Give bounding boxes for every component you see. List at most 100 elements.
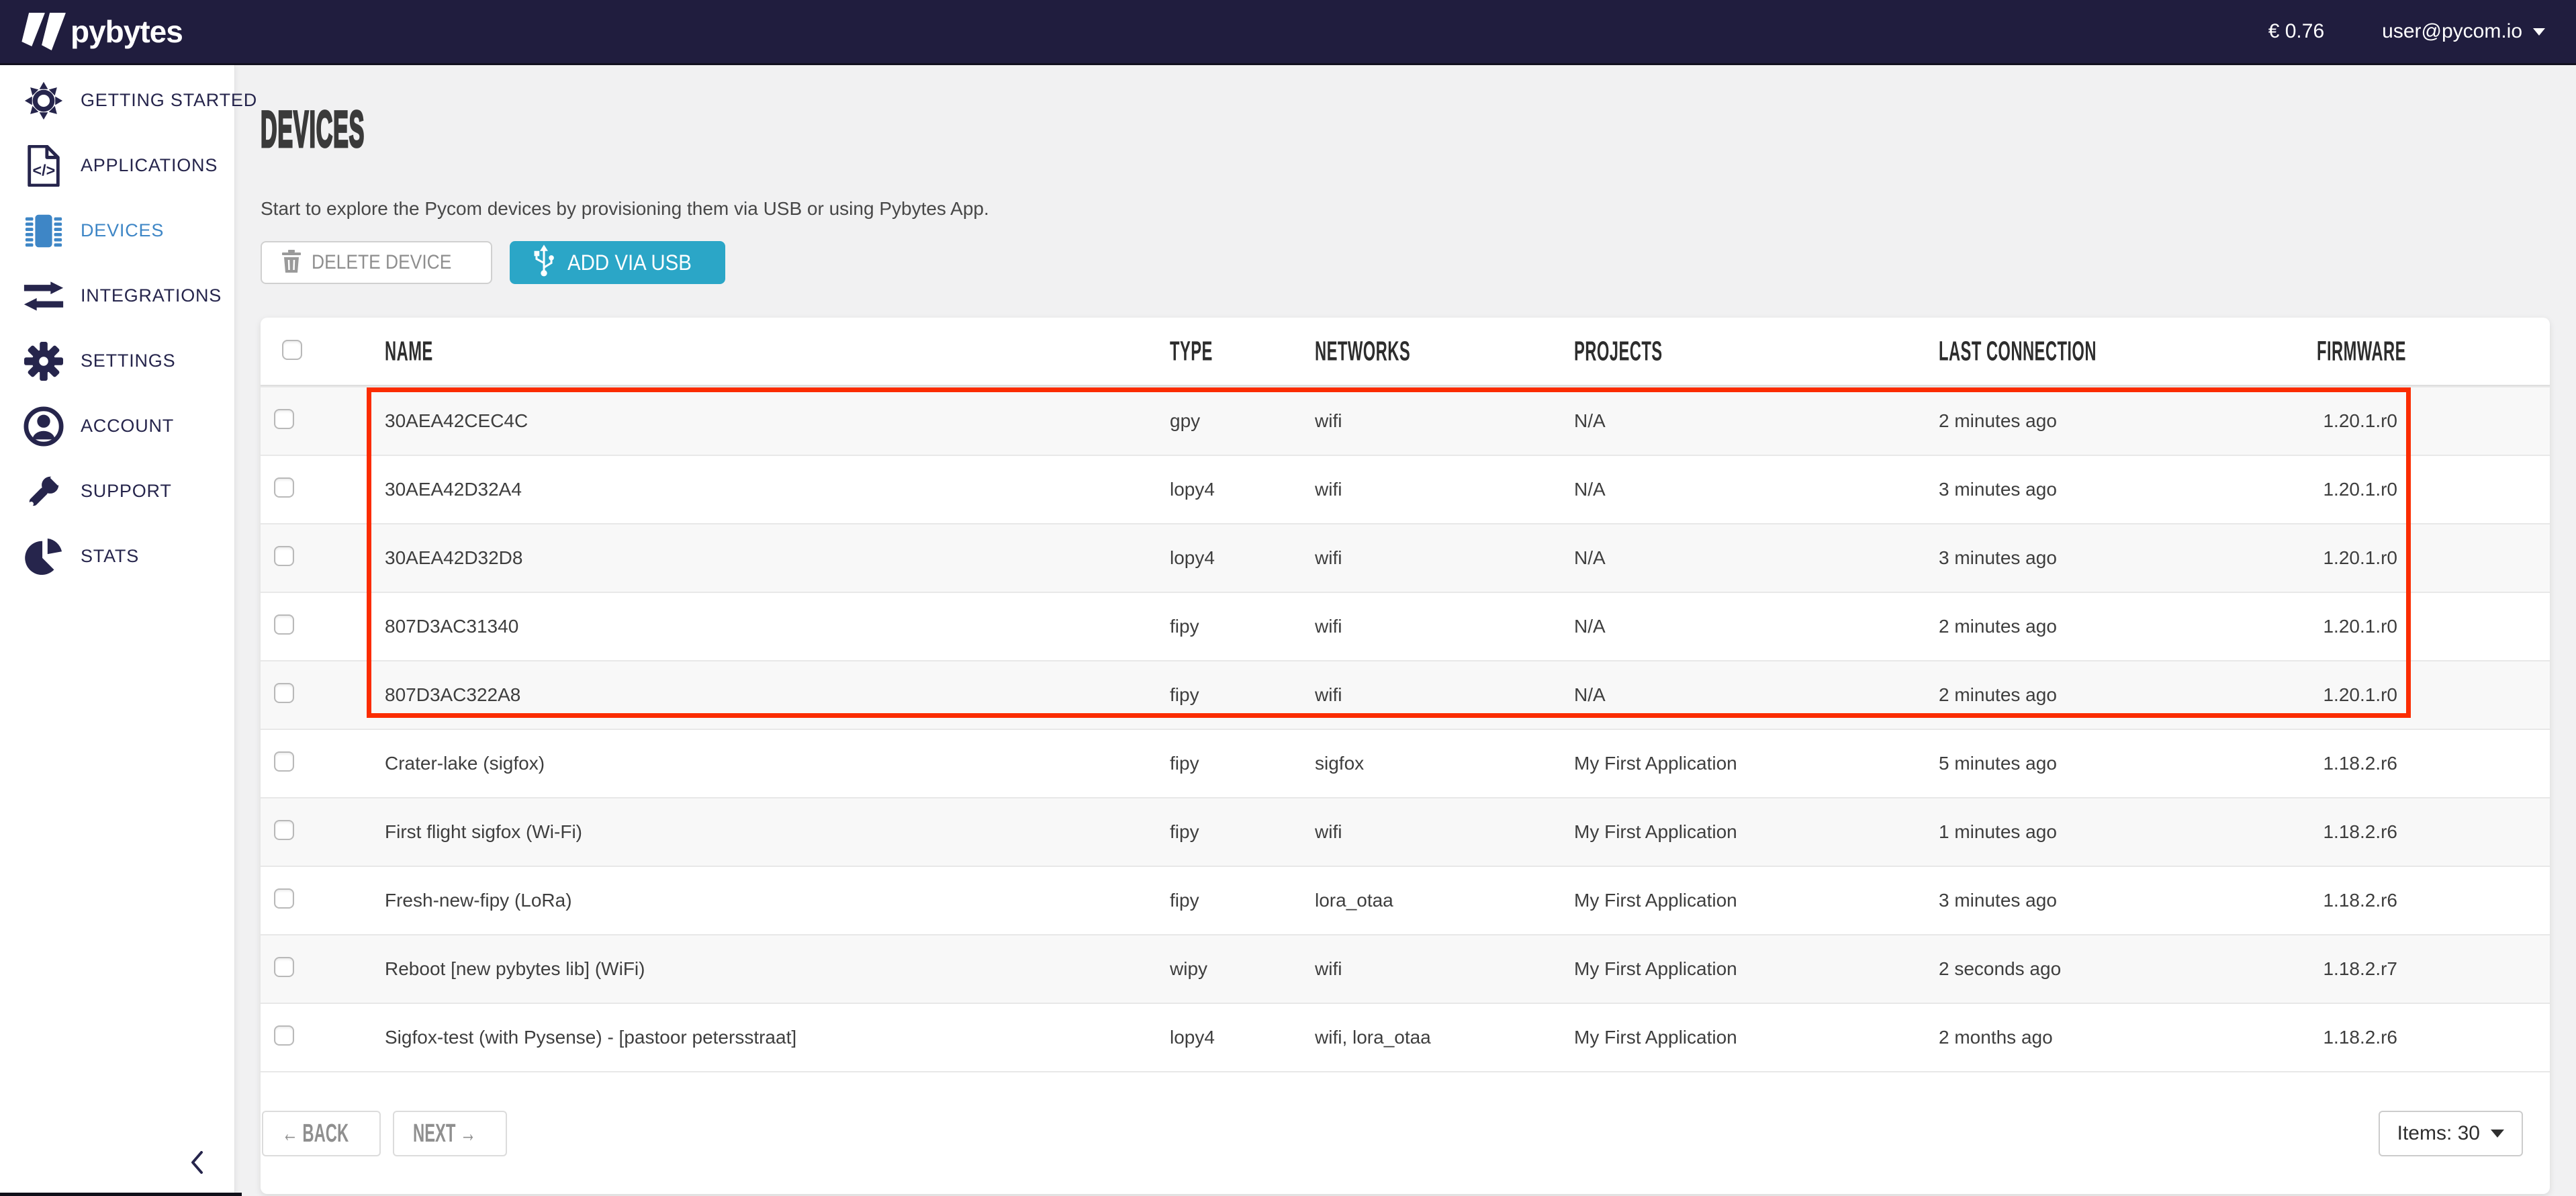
table-row[interactable]: 30AEA42D32D8 lopy4 wifi N/A 3 minutes ag… [261, 523, 2550, 592]
device-type: wipy [1148, 958, 1293, 980]
device-last-connection: 3 minutes ago [1917, 479, 2295, 500]
user-menu[interactable]: user@pycom.io [2382, 20, 2545, 43]
device-type: fipy [1148, 890, 1293, 911]
add-via-usb-button[interactable]: ADD VIA USB [510, 241, 725, 284]
device-firmware: 1.18.2.r7 [2295, 958, 2550, 980]
device-name[interactable]: Sigfox-test (with Pysense) - [pastoor pe… [349, 1027, 1148, 1048]
table-row[interactable]: 807D3AC322A8 fipy wifi N/A 2 minutes ago… [261, 660, 2550, 729]
device-type: fipy [1148, 821, 1293, 843]
device-name[interactable]: Crater-lake (sigfox) [349, 753, 1148, 774]
add-via-usb-label: ADD VIA USB [567, 250, 692, 275]
sun-icon [23, 80, 64, 122]
sidebar-item-label: INTEGRATIONS [81, 285, 222, 306]
sidebar-item-label: SUPPORT [81, 481, 172, 502]
row-checkbox[interactable] [274, 820, 294, 840]
row-checkbox[interactable] [274, 683, 294, 703]
pybytes-logo[interactable]: pybytes [24, 13, 183, 50]
chevron-left-icon [191, 1165, 204, 1177]
device-projects: My First Application [1553, 753, 1917, 774]
pycom-logo-icon [19, 13, 66, 50]
column-header-type[interactable]: TYPE [1170, 336, 1213, 367]
device-name[interactable]: 807D3AC31340 [349, 616, 1148, 637]
sidebar-item-getting-started[interactable]: GETTING STARTED [0, 68, 234, 133]
logo-text: pybytes [71, 13, 183, 50]
table-row[interactable]: Reboot [new pybytes lib] (WiFi) wipy wif… [261, 934, 2550, 1003]
back-button[interactable]: ← BACK [262, 1111, 381, 1156]
device-networks: wifi [1293, 684, 1553, 706]
device-name[interactable]: First flight sigfox (Wi-Fi) [349, 821, 1148, 843]
column-header-last-connection[interactable]: LAST CONNECTION [1939, 336, 2097, 367]
device-last-connection: 3 minutes ago [1917, 547, 2295, 569]
main-content: DEVICES Start to explore the Pycom devic… [235, 65, 2576, 1196]
device-networks: sigfox [1293, 753, 1553, 774]
device-name[interactable]: 807D3AC322A8 [349, 684, 1148, 706]
device-networks: wifi [1293, 410, 1553, 432]
device-networks: wifi [1293, 616, 1553, 637]
device-firmware: 1.20.1.r0 [2295, 616, 2550, 637]
table-row[interactable]: Crater-lake (sigfox) fipy sigfox My Firs… [261, 729, 2550, 797]
device-firmware: 1.20.1.r0 [2295, 479, 2550, 500]
table-footer: ← BACK NEXT → Items: 30 [261, 1071, 2550, 1194]
device-projects: N/A [1553, 684, 1917, 706]
device-last-connection: 1 minutes ago [1917, 821, 2295, 843]
device-name[interactable]: 30AEA42CEC4C [349, 410, 1148, 432]
sidebar-collapse-button[interactable] [191, 1151, 204, 1177]
table-row[interactable]: Sigfox-test (with Pysense) - [pastoor pe… [261, 1003, 2550, 1071]
column-header-networks[interactable]: NETWORKS [1315, 336, 1410, 367]
row-checkbox[interactable] [274, 477, 294, 498]
table-row[interactable]: 30AEA42CEC4C gpy wifi N/A 2 minutes ago … [261, 386, 2550, 455]
device-name[interactable]: 30AEA42D32A4 [349, 479, 1148, 500]
sidebar: GETTING STARTED </> APPLICATIONS [0, 65, 235, 1196]
row-checkbox[interactable] [274, 888, 294, 909]
table-row[interactable]: Fresh-new-fipy (LoRa) fipy lora_otaa My … [261, 866, 2550, 934]
device-name[interactable]: Reboot [new pybytes lib] (WiFi) [349, 958, 1148, 980]
device-firmware: 1.18.2.r6 [2295, 753, 2550, 774]
row-checkbox[interactable] [274, 751, 294, 772]
device-networks: wifi, lora_otaa [1293, 1027, 1553, 1048]
sidebar-item-label: ACCOUNT [81, 416, 174, 436]
sidebar-item-support[interactable]: SUPPORT [0, 459, 234, 524]
device-firmware: 1.18.2.r6 [2295, 1027, 2550, 1048]
table-header-row: NAME TYPE NETWORKS PROJECTS LAST CONNECT… [261, 318, 2550, 386]
table-row[interactable]: First flight sigfox (Wi-Fi) fipy wifi My… [261, 797, 2550, 866]
items-per-page-label: Items: 30 [2397, 1122, 2480, 1145]
device-type: gpy [1148, 410, 1293, 432]
select-all-checkbox[interactable] [282, 340, 302, 360]
sidebar-item-account[interactable]: ACCOUNT [0, 394, 234, 459]
device-type: lopy4 [1148, 547, 1293, 569]
row-checkbox[interactable] [274, 409, 294, 429]
device-name[interactable]: 30AEA42D32D8 [349, 547, 1148, 569]
sidebar-item-settings[interactable]: SETTINGS [0, 328, 234, 394]
device-firmware: 1.18.2.r6 [2295, 890, 2550, 911]
pie-chart-icon [23, 536, 64, 578]
device-name[interactable]: Fresh-new-fipy (LoRa) [349, 890, 1148, 911]
device-projects: My First Application [1553, 958, 1917, 980]
device-networks: wifi [1293, 821, 1553, 843]
sidebar-item-applications[interactable]: </> APPLICATIONS [0, 133, 234, 198]
row-checkbox[interactable] [274, 546, 294, 566]
user-icon [23, 406, 64, 447]
table-row[interactable]: 807D3AC31340 fipy wifi N/A 2 minutes ago… [261, 592, 2550, 660]
column-header-firmware[interactable]: FIRMWARE [2317, 336, 2406, 367]
table-row[interactable]: 30AEA42D32A4 lopy4 wifi N/A 3 minutes ag… [261, 455, 2550, 523]
row-checkbox[interactable] [274, 614, 294, 635]
column-header-projects[interactable]: PROJECTS [1574, 336, 1663, 367]
next-button[interactable]: NEXT → [393, 1111, 507, 1156]
sidebar-item-stats[interactable]: STATS [0, 524, 234, 589]
device-type: fipy [1148, 616, 1293, 637]
device-firmware: 1.18.2.r6 [2295, 821, 2550, 843]
column-header-name[interactable]: NAME [385, 336, 433, 367]
delete-device-button[interactable]: DELETE DEVICE [261, 241, 492, 284]
row-checkbox[interactable] [274, 957, 294, 977]
device-projects: N/A [1553, 479, 1917, 500]
delete-device-label: DELETE DEVICE [312, 251, 451, 274]
device-networks: wifi [1293, 479, 1553, 500]
sidebar-item-label: GETTING STARTED [81, 90, 257, 111]
sidebar-item-integrations[interactable]: INTEGRATIONS [0, 263, 234, 328]
sidebar-item-devices[interactable]: DEVICES [0, 198, 234, 263]
usb-icon [533, 244, 555, 281]
device-projects: N/A [1553, 410, 1917, 432]
items-per-page-dropdown[interactable]: Items: 30 [2379, 1111, 2523, 1156]
row-checkbox[interactable] [274, 1025, 294, 1046]
sidebar-item-label: DEVICES [81, 220, 164, 241]
